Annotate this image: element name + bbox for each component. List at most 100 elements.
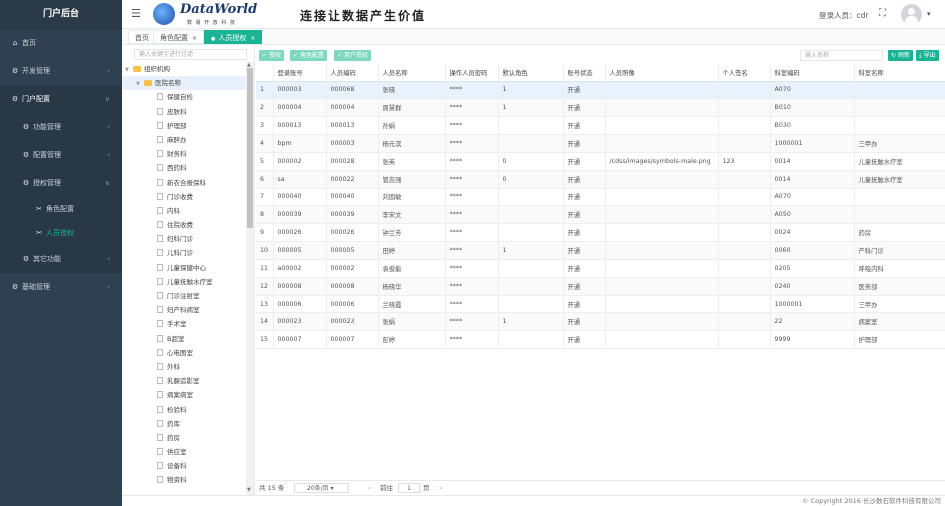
table-row[interactable]: 7 000040 000040 刘国敏 **** 开通 A070 [256,188,945,207]
table-cell: 1000001 [770,134,855,153]
fullscreen-icon[interactable]: ⛶ [879,8,886,19]
sidebar-item-role-config[interactable]: ✂ 角色配置 [0,197,122,221]
sidebar-item-portal-config[interactable]: ⚙ 门户配置 ∨ [0,85,122,113]
page-input[interactable]: 1 [398,483,420,493]
scroll-down-icon[interactable]: ▼ [247,487,251,493]
tree-node[interactable]: 儿科门诊 [122,246,246,260]
user-auth-button[interactable]: ✓ 用户授权 [334,50,371,61]
table-cell [605,170,719,189]
tree-node[interactable]: 供应室 [122,445,246,459]
tab-home[interactable]: 首页 [128,30,156,44]
tab-role-config[interactable]: 角色配置 × [153,30,205,44]
table-row[interactable]: 3 000013 000013 孙娟 **** 开通 B030 [256,116,945,136]
sidebar-item-base-mgmt[interactable]: ⚙ 基础管理 ‹ [0,273,122,301]
tree-node[interactable]: 检验科 [122,403,246,417]
tree-node[interactable]: B超室 [122,332,246,346]
expand-icon[interactable]: ▼ [125,63,133,77]
tree-node[interactable]: 住院收费 [122,218,246,232]
sidebar-item-home[interactable]: ⌂ 首页 [0,29,122,57]
column-header[interactable]: 科室名称 [854,64,945,82]
sidebar-item-config-mgmt[interactable]: ⚙ 配置管理 ‹ [0,141,122,169]
column-header[interactable]: 登录账号 [273,64,327,82]
tree-node[interactable]: 妇科门诊 [122,232,246,246]
tools-icon: ✂ [36,229,42,237]
tree-node[interactable]: 外科 [122,360,246,374]
role-search-input[interactable]: 输入名称 [800,50,883,61]
column-header[interactable]: 人员照像 [605,64,719,82]
next-page-icon[interactable]: › [439,481,442,495]
table-row[interactable]: 9 000026 000026 钟兰芳 **** 开通 0024 药房 [256,223,945,243]
column-header[interactable]: 操作人员密码 [445,64,499,82]
table-row[interactable]: 10 000005 000005 田婷 **** 1 开通 0060 产科门诊 [256,241,945,260]
table-row[interactable]: 12 000008 000008 杨晓华 **** 开通 0240 医务部 [256,277,945,296]
tree-node[interactable]: 皮肤科 [122,105,246,119]
tree-node[interactable]: 妇产科病室 [122,303,246,317]
tree-node[interactable]: 西药科 [122,161,246,175]
refresh-button[interactable]: ↻ 刷新 [888,50,913,61]
tree-node[interactable]: 药库 [122,417,246,431]
tree-node[interactable]: 财务科 [122,147,246,161]
avatar[interactable] [901,4,922,25]
expand-icon[interactable]: ▼ [136,77,144,91]
column-header[interactable]: 人员名称 [378,64,446,82]
authorize-button[interactable]: ✓ 授权 [259,50,284,61]
column-header[interactable]: 账号状态 [563,64,606,82]
sidebar-item-dev-mgmt[interactable]: ⚙ 开发管理 ‹ [0,57,122,85]
table-row[interactable]: 2 000004 000004 周慧群 **** 1 开通 B010 [256,98,945,118]
table-row[interactable]: 8 000039 000039 李宋文 **** 开通 A050 [256,205,945,225]
sidebar-item-auth-mgmt[interactable]: ⚙ 授权管理 ∨ [0,169,122,197]
scroll-thumb[interactable] [247,68,253,228]
tree-node[interactable]: 护理部 [122,119,246,133]
tab-user-auth[interactable]: ● 人员授权 × [204,30,263,44]
table-row[interactable]: 13 000006 000006 兰晓霞 **** 开通 1000001 三甲办 [256,295,945,314]
tree-node[interactable]: 内科 [122,204,246,218]
table-row[interactable]: 4 bpm 000003 杨元滨 **** 开通 1000001 三甲办 [256,134,945,153]
page-size-select[interactable]: 20条/页 ▾ [294,483,349,493]
column-header[interactable]: 科室编码 [770,64,855,82]
role-config-button[interactable]: ✓ 角色配置 [290,50,327,61]
table-row[interactable]: 6 sa 000022 管志强 **** 0 开通 0014 儿童抚触水疗室 [256,170,945,189]
tree-node[interactable]: 麻醉办 [122,133,246,147]
close-icon[interactable]: × [250,35,255,42]
tree-node[interactable]: 儿童保健中心 [122,261,246,275]
tree-node[interactable]: 药房 [122,431,246,445]
tree-node[interactable]: 保健自检 [122,90,246,104]
table-row[interactable]: 14 000023 000023 张娟 **** 1 开通 22 病案室 [256,312,945,332]
table-cell: 儿童抚触水疗室 [854,170,945,189]
tree-node[interactable]: 设备科 [122,459,246,473]
menu-toggle-icon[interactable]: ☰ [131,7,141,20]
tree-node[interactable]: 物资科 [122,473,246,487]
tree-node[interactable]: 病案病室 [122,388,246,402]
column-header[interactable]: 个人签名 [718,64,771,82]
prev-page-icon[interactable]: ‹ [368,481,371,495]
check-icon: ✓ [337,52,344,59]
sidebar-item-user-auth[interactable]: ✂ 人员授权 [0,221,122,245]
export-button[interactable]: ⤓ 导出 [916,50,939,61]
column-header[interactable]: 人员编码 [326,64,379,82]
table-row[interactable]: 11 a00002 000002 袁俊能 **** 开通 0205 呼吸内科 [256,259,945,278]
tree-node[interactable]: 门诊注射室 [122,289,246,303]
document-icon [157,164,163,172]
table-cell [605,188,719,207]
tree-root[interactable]: ▼ 组织机构 [122,62,246,76]
table-row[interactable]: 5 000002 000028 张英 **** 0 开通/cdss/images/symbo… [256,152,945,171]
sidebar-item-func-mgmt[interactable]: ⚙ 功能管理 ‹ [0,113,122,141]
close-icon[interactable]: × [192,35,197,42]
tree-node[interactable]: 新农合报保科 [122,176,246,190]
gear-icon: ⚙ [22,151,30,159]
table-row[interactable]: 1 000003 000068 张晓 **** 1 开通 A070 [256,81,945,100]
tree-scrollbar[interactable]: ▲ ▼ [246,62,254,495]
sidebar-item-other-func[interactable]: ⚙ 其它功能 ‹ [0,245,122,273]
tree-node[interactable]: 门诊收费 [122,190,246,204]
table-cell [605,295,719,314]
column-header[interactable] [256,64,274,82]
user-menu-chevron-icon[interactable]: ▾ [927,10,931,18]
column-header[interactable]: 默认角色 [498,64,564,82]
tree-group[interactable]: ▼ 医院名称 [122,76,246,91]
tree-node[interactable]: 心电图室 [122,346,246,360]
table-row[interactable]: 15 000007 000007 彭婷 **** 开通 9999 护理部 [256,330,945,350]
tree-filter-input[interactable]: 输入关键字进行过滤 [134,49,247,60]
tree-node[interactable]: 乳腺造影室 [122,374,246,388]
tree-node[interactable]: 手术室 [122,317,246,331]
tree-node[interactable]: 儿童抚触水疗室 [122,275,246,289]
